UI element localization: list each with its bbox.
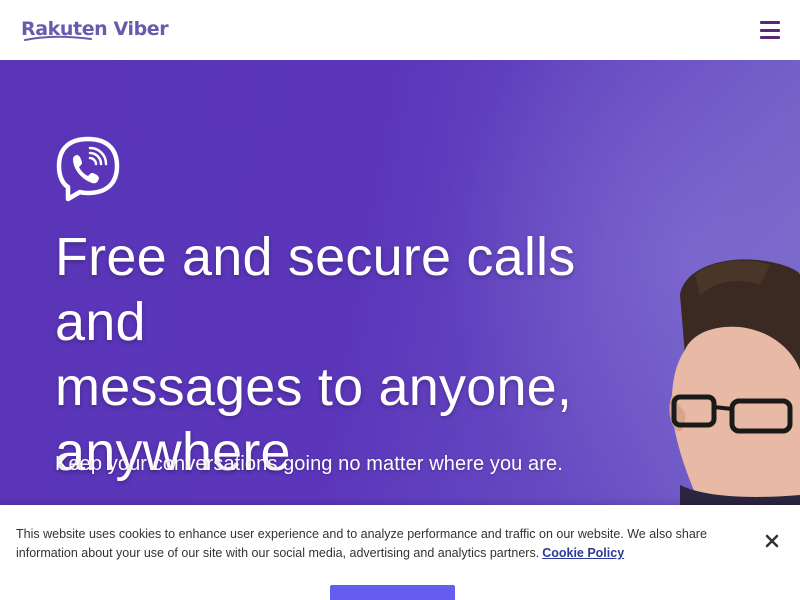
menu-bar-3 (760, 36, 780, 39)
hamburger-menu-icon[interactable] (760, 21, 780, 39)
cookie-banner: This website uses cookies to enhance use… (0, 505, 800, 600)
cookie-notice-text: This website uses cookies to enhance use… (16, 525, 731, 563)
hero-section: Free and secure calls and messages to an… (0, 60, 800, 505)
hero-title-line-1: Free and secure calls and (55, 227, 576, 352)
person-photo (669, 259, 800, 505)
logo-swoosh-icon (24, 35, 92, 41)
menu-bar-2 (760, 28, 780, 32)
close-icon[interactable] (760, 529, 784, 553)
rakuten-viber-logo[interactable]: Rakuten Viber (21, 18, 169, 42)
menu-bar-1 (760, 21, 780, 24)
top-navigation-bar: Rakuten Viber (0, 0, 800, 60)
hero-title-line-2: messages to anyone, (55, 357, 573, 417)
cookie-policy-link[interactable]: Cookie Policy (542, 546, 624, 560)
hero-subtitle: Keep your conversations going no matter … (55, 453, 563, 475)
viber-phone-icon (56, 136, 120, 202)
hero-title: Free and secure calls and messages to an… (55, 225, 675, 485)
cookie-accept-button[interactable] (330, 585, 455, 600)
